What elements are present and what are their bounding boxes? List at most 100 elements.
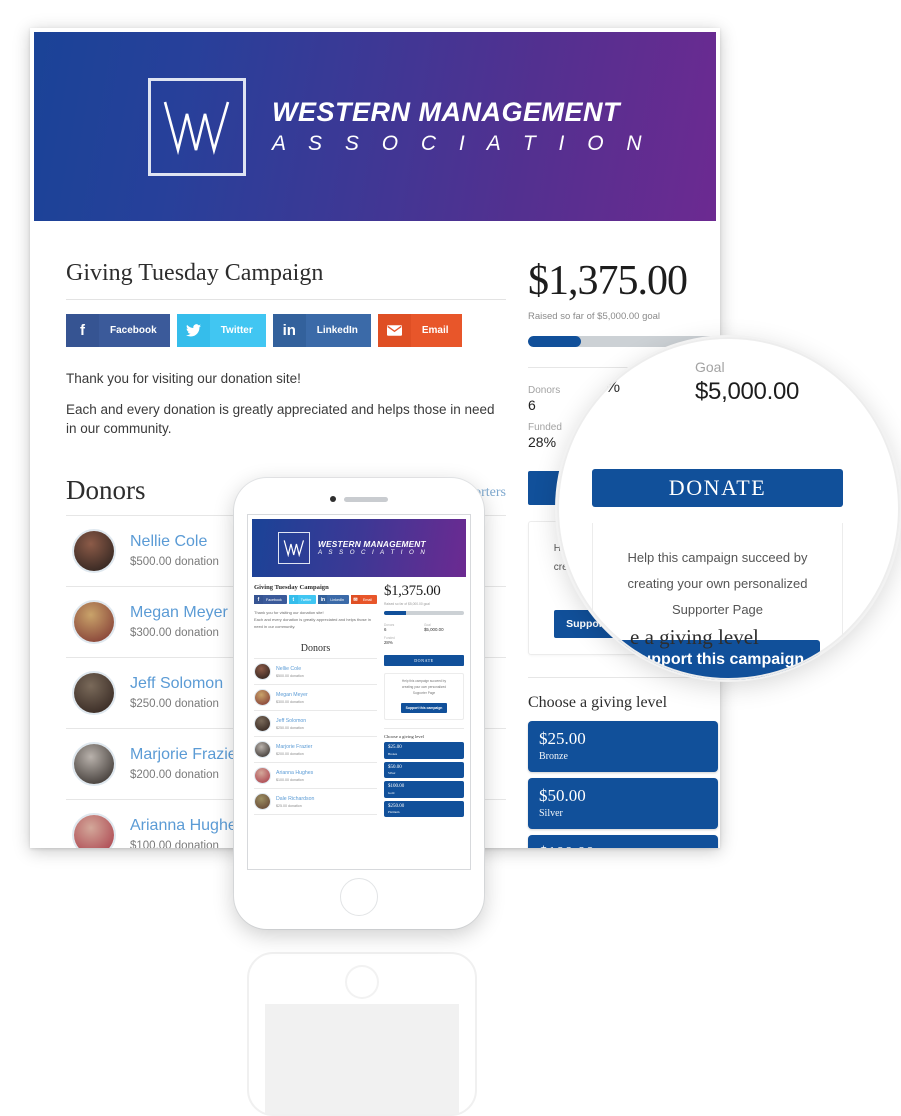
giving-level-name: Platinum — [387, 810, 400, 815]
giving-level-option[interactable]: $50.00 Silver — [528, 777, 718, 829]
donor-name: Jeff Solomon — [276, 717, 307, 724]
mobile-donor-row[interactable]: Dale Richardson $25.00 donation — [254, 789, 377, 816]
donor-name[interactable]: Marjorie Frazier — [130, 746, 242, 764]
mobile-donor-row[interactable]: Megan Meyer $300.00 donation — [254, 685, 377, 712]
magnified-goal-value: $5,000.00 — [695, 378, 800, 405]
email-icon — [377, 314, 411, 347]
giving-level-name: Bronze — [387, 751, 398, 756]
giving-level-heading: Choose a giving level — [528, 676, 718, 712]
wm-monogram-icon — [148, 77, 246, 176]
magnifier-divider — [557, 345, 677, 346]
mobile-tw-label: Twitter — [300, 597, 312, 602]
mobile-wm-monogram-icon — [278, 532, 310, 564]
donor-name[interactable]: Megan Meyer — [130, 604, 228, 622]
home-button-icon[interactable] — [340, 878, 378, 916]
mobile-donor-row[interactable]: Jeff Solomon $250.00 donation — [254, 711, 377, 738]
mobile-donors-heading: Donors — [300, 643, 331, 655]
phone-speaker — [330, 496, 388, 502]
share-email-label: Email — [421, 325, 449, 336]
avatar — [254, 715, 271, 733]
donor-name[interactable]: Nellie Cole — [130, 533, 219, 551]
mobile-progress-fill — [383, 611, 407, 615]
mobile-supporter-text: Help this campaign succeed by creating y… — [388, 679, 460, 696]
mobile-share-email[interactable]: ✉ Email — [350, 595, 377, 604]
mobile-giving-levels: $25.00 Bronze $50.00 Silver $100.00 Gold $250.… — [383, 742, 464, 818]
mobile-supporter-card: Help this campaign succeed by creating y… — [383, 673, 464, 721]
mobile-intro: Thank you for visiting our donation site… — [254, 610, 377, 630]
donor-amount: $300.00 donation — [130, 627, 219, 640]
donor-name: Megan Meyer — [276, 691, 308, 698]
email-icon: ✉ — [350, 595, 360, 604]
giving-level-amount: $250.00 — [387, 803, 405, 809]
mobile-giving-level-option[interactable]: $50.00 Silver — [383, 761, 464, 779]
linkedin-icon: in — [272, 314, 306, 347]
share-linkedin-button[interactable]: in LinkedIn — [272, 314, 371, 347]
mobile-brand-line1: WESTERN MANAGEMENT — [318, 538, 426, 549]
giving-level-name: Silver — [387, 771, 396, 776]
mobile-social-bar: f Facebook t Twitter in LinkedIn ✉ Email — [254, 595, 377, 604]
mobile-stats: Donors 6 Funded 28% Goal $5,000.00 — [384, 623, 464, 649]
avatar — [72, 812, 116, 848]
donor-name[interactable]: Arianna Hughes — [130, 817, 245, 835]
screenshot-stage: WESTERN MANAGEMENT A S S O C I A T I O N… — [0, 0, 901, 1116]
giving-level-amount: $100.00 — [539, 844, 707, 849]
mobile-donor-row[interactable]: Nellie Cole $500.00 donation — [254, 659, 377, 686]
giving-levels-list: $25.00Bronze$50.00Silver$100.00Gold$250.… — [528, 720, 718, 849]
avatar — [254, 689, 271, 707]
donor-amount: $250.00 donation — [276, 725, 304, 730]
magnifier-callout: % Goal $5,000.00 DONATE Help this campai… — [557, 337, 900, 680]
mobile-giving-level-option[interactable]: $250.00 Platinum — [383, 800, 464, 818]
page-title: Giving Tuesday Campaign — [66, 260, 324, 286]
mobile-fb-label: Facebook — [266, 597, 282, 602]
mobile-goal-value: $5,000.00 — [423, 627, 444, 632]
mobile-support-button[interactable]: Support this campaign — [400, 703, 448, 714]
share-facebook-button[interactable]: f Facebook — [66, 314, 170, 347]
donor-amount: $200.00 donation — [130, 769, 219, 782]
magnified-sup-line3: Supporter Page — [671, 602, 764, 617]
intro-line-2: Each and every donation is greatly appre… — [66, 401, 495, 437]
mobile-amount-raised: $1,375.00 — [383, 583, 441, 599]
avatar — [72, 599, 116, 644]
share-twitter-label: Twitter — [220, 325, 253, 336]
phone-screen: WESTERN MANAGEMENT A S S O C I A T I O N… — [247, 514, 471, 870]
brand-header: WESTERN MANAGEMENT A S S O C I A T I O N — [34, 32, 716, 221]
magnified-donate-button[interactable]: DONATE — [592, 469, 843, 507]
magnified-sup-line2: creating your own personalized — [627, 576, 808, 591]
mobile-donor-row[interactable]: Marjorie Frazier $200.00 donation — [254, 737, 377, 764]
facebook-icon: f — [66, 314, 99, 347]
share-email-button[interactable]: Email — [377, 314, 462, 347]
mobile-giving-level-option[interactable]: $25.00 Bronze — [383, 742, 464, 759]
mobile-share-facebook[interactable]: f Facebook — [254, 595, 287, 604]
home-button-icon — [345, 965, 379, 999]
donor-name: Arianna Hughes — [276, 769, 314, 776]
giving-level-option[interactable]: $25.00 Bronze — [528, 720, 718, 772]
intro-line-1: Thank you for visiting our donation site… — [66, 371, 301, 386]
mobile-em-label: Email — [362, 597, 372, 602]
twitter-icon: t — [288, 595, 298, 604]
magnified-goal-label: Goal — [695, 359, 725, 375]
mobile-intro-line2: Each and every donation is greatly appre… — [254, 616, 371, 629]
donor-amount: $500.00 donation — [130, 556, 219, 569]
giving-level-name: Silver — [539, 807, 563, 819]
linkedin-icon: in — [318, 595, 328, 604]
donor-amount: $100.00 donation — [130, 840, 219, 848]
mobile-share-twitter[interactable]: t Twitter — [288, 595, 317, 604]
giving-level-amount: $25.00 — [387, 745, 402, 751]
mobile-donate-button[interactable]: DONATE — [383, 655, 464, 666]
mobile-brand-header: WESTERN MANAGEMENT A S S O C I A T I O N — [252, 519, 466, 577]
avatar — [254, 767, 271, 785]
brand-name-line1: WESTERN MANAGEMENT — [272, 97, 620, 127]
donor-name: Nellie Cole — [276, 665, 302, 672]
mobile-donor-row[interactable]: Arianna Hughes $100.00 donation — [254, 763, 377, 790]
mobile-giving-level-option[interactable]: $100.00 Gold — [383, 781, 464, 798]
share-linkedin-label: LinkedIn — [316, 325, 358, 336]
mobile-intro-line1: Thank you for visiting our donation site… — [254, 610, 324, 615]
giving-level-amount: $50.00 — [387, 764, 402, 770]
mobile-funded-value: 28% — [383, 640, 393, 645]
donor-name[interactable]: Jeff Solomon — [130, 675, 223, 693]
share-twitter-button[interactable]: Twitter — [176, 314, 266, 347]
giving-level-amount: $50.00 — [539, 785, 586, 805]
giving-level-option[interactable]: $100.00Gold — [528, 834, 718, 849]
mobile-share-linkedin[interactable]: in LinkedIn — [318, 595, 349, 604]
magnified-supporter-card: Help this campaign succeed by creating y… — [592, 523, 843, 680]
